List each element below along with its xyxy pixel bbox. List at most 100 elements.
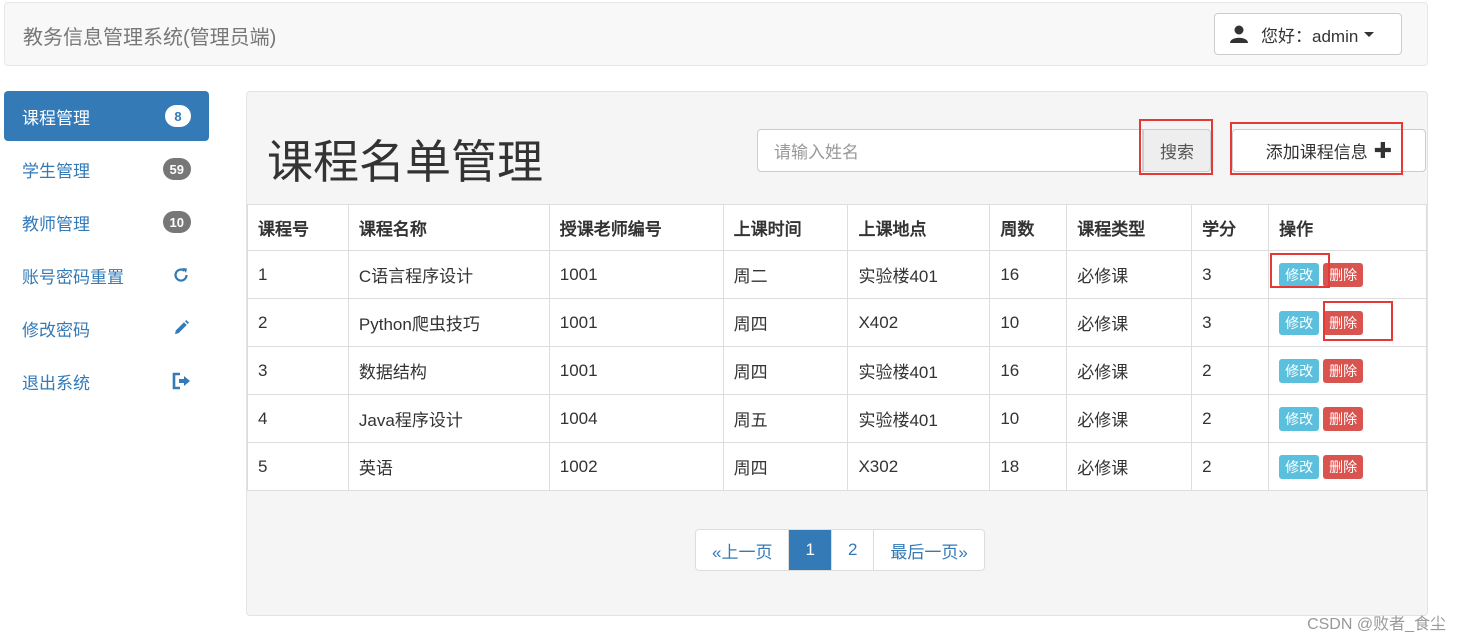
sidebar-item-label: 修改密码 (22, 320, 90, 340)
sidebar-item-reset-password[interactable]: 账号密码重置 (4, 250, 209, 300)
add-course-label: 添加课程信息 (1265, 143, 1368, 162)
sidebar-item-logout[interactable]: 退出系统 (4, 356, 209, 406)
table-header-row: 课程号 课程名称 授课老师编号 上课时间 上课地点 周数 课程类型 学分 操作 (247, 204, 1427, 251)
user-icon (1230, 25, 1248, 43)
page-title: 课程名单管理 (267, 136, 543, 188)
refresh-icon (171, 265, 191, 285)
pagination-prev[interactable]: «上一页 (696, 530, 788, 570)
main-panel: 课程名单管理 请输入姓名 搜索 添加课程信息 ✚ 课程号 课程名称 授课老师编号… (246, 91, 1428, 616)
add-course-button[interactable]: 添加课程信息 ✚ (1232, 129, 1426, 172)
table-cell: 实验楼401 (847, 346, 991, 395)
column-header: 课程号 (247, 204, 349, 251)
table-cell: 10 (989, 298, 1068, 347)
table-row: 2 Python爬虫技巧 1001 周四 X402 10 必修课 3 修改 删除 (247, 298, 1427, 347)
table-cell: 必修课 (1066, 394, 1193, 443)
table-cell: 1001 (548, 346, 724, 395)
table-cell: 16 (989, 346, 1068, 395)
table-cell: 3 (1191, 298, 1270, 347)
pencil-icon (171, 318, 191, 338)
column-header: 课程类型 (1066, 204, 1193, 251)
table-cell: 2 (1191, 346, 1270, 395)
table-cell: 周四 (722, 346, 849, 395)
table-cell: 必修课 (1066, 250, 1193, 299)
table-cell: 1004 (548, 394, 724, 443)
sidebar-item-label: 教师管理 (22, 214, 90, 234)
count-badge: 10 (162, 211, 191, 233)
search-button[interactable]: 搜索 (1143, 129, 1211, 172)
pagination-last[interactable]: 最后一页» (873, 530, 983, 570)
actions-cell: 修改 删除 (1268, 394, 1427, 443)
table-cell: X402 (847, 298, 991, 347)
table-cell: 1 (247, 250, 349, 299)
sidebar-item-change-password[interactable]: 修改密码 (4, 303, 209, 353)
table-cell: 周四 (722, 298, 849, 347)
sidebar: 课程管理 8 学生管理 59 教师管理 10 账号密码重置 修改密码 退出系统 (4, 91, 209, 409)
delete-button[interactable]: 删除 (1323, 310, 1364, 335)
table-cell: 4 (247, 394, 349, 443)
table-cell: 1001 (548, 298, 724, 347)
table-cell: 必修课 (1066, 442, 1193, 491)
watermark: CSDN @败者_食尘 (1307, 616, 1446, 633)
table-row: 1 C语言程序设计 1001 周二 实验楼401 16 必修课 3 修改 删除 (247, 250, 1427, 299)
table-cell: 1002 (548, 442, 724, 491)
plus-icon: ✚ (1373, 137, 1393, 163)
sidebar-item-teacher[interactable]: 教师管理 10 (4, 197, 209, 247)
chevron-down-icon (1364, 31, 1375, 37)
pagination-page-2[interactable]: 2 (830, 530, 873, 570)
table-cell: 18 (989, 442, 1068, 491)
edit-button[interactable]: 修改 (1279, 454, 1320, 479)
sidebar-item-label: 学生管理 (22, 161, 90, 181)
table-cell: 英语 (347, 442, 550, 491)
table-cell: 3 (247, 346, 349, 395)
table-cell: 实验楼401 (847, 394, 991, 443)
table-cell: Java程序设计 (347, 394, 550, 443)
column-header: 上课地点 (847, 204, 991, 251)
table-cell: 2 (1191, 442, 1270, 491)
table-row: 5 英语 1002 周四 X302 18 必修课 2 修改 删除 (247, 442, 1427, 491)
table-row: 4 Java程序设计 1004 周五 实验楼401 10 必修课 2 修改 删除 (247, 394, 1427, 443)
delete-button[interactable]: 删除 (1323, 406, 1364, 431)
actions-cell: 修改 删除 (1268, 250, 1427, 299)
app-brand[interactable]: 教务信息管理系统(管理员端) (23, 21, 276, 50)
column-header: 周数 (989, 204, 1068, 251)
count-badge: 59 (162, 158, 191, 180)
table-cell: 必修课 (1066, 298, 1193, 347)
pagination: «上一页 1 2 最后一页» (695, 529, 985, 571)
pagination-page-1[interactable]: 1 (788, 530, 831, 570)
column-header: 课程名称 (347, 204, 550, 251)
table-cell: 2 (247, 298, 349, 347)
table-cell: X302 (847, 442, 991, 491)
table-cell: 2 (1191, 394, 1270, 443)
edit-button[interactable]: 修改 (1279, 310, 1320, 335)
user-menu-button[interactable]: 您好：admin (1214, 13, 1402, 55)
sidebar-item-label: 账号密码重置 (22, 267, 124, 287)
table-cell: Python爬虫技巧 (347, 298, 550, 347)
table-cell: 必修课 (1066, 346, 1193, 395)
table-cell: 16 (989, 250, 1068, 299)
table-cell: 3 (1191, 250, 1270, 299)
course-table: 课程号 课程名称 授课老师编号 上课时间 上课地点 周数 课程类型 学分 操作 … (247, 204, 1427, 491)
column-header: 操作 (1268, 204, 1427, 251)
search-input[interactable]: 请输入姓名 (757, 129, 1143, 172)
delete-button[interactable]: 删除 (1323, 358, 1364, 383)
column-header: 授课老师编号 (548, 204, 724, 251)
table-cell: 数据结构 (347, 346, 550, 395)
table-row: 3 数据结构 1001 周四 实验楼401 16 必修课 2 修改 删除 (247, 346, 1427, 395)
table-cell: 5 (247, 442, 349, 491)
sidebar-item-course[interactable]: 课程管理 8 (4, 91, 209, 141)
table-cell: 周四 (722, 442, 849, 491)
actions-cell: 修改 删除 (1268, 346, 1427, 395)
table-cell: 周二 (722, 250, 849, 299)
table-cell: 周五 (722, 394, 849, 443)
table-cell: 1001 (548, 250, 724, 299)
edit-button[interactable]: 修改 (1279, 358, 1320, 383)
column-header: 学分 (1191, 204, 1270, 251)
sidebar-item-label: 课程管理 (22, 108, 90, 128)
actions-cell: 修改 删除 (1268, 298, 1427, 347)
delete-button[interactable]: 删除 (1323, 454, 1364, 479)
sidebar-item-student[interactable]: 学生管理 59 (4, 144, 209, 194)
count-badge: 8 (165, 105, 191, 127)
delete-button[interactable]: 删除 (1323, 262, 1364, 287)
edit-button[interactable]: 修改 (1279, 406, 1320, 431)
edit-button[interactable]: 修改 (1279, 262, 1320, 287)
